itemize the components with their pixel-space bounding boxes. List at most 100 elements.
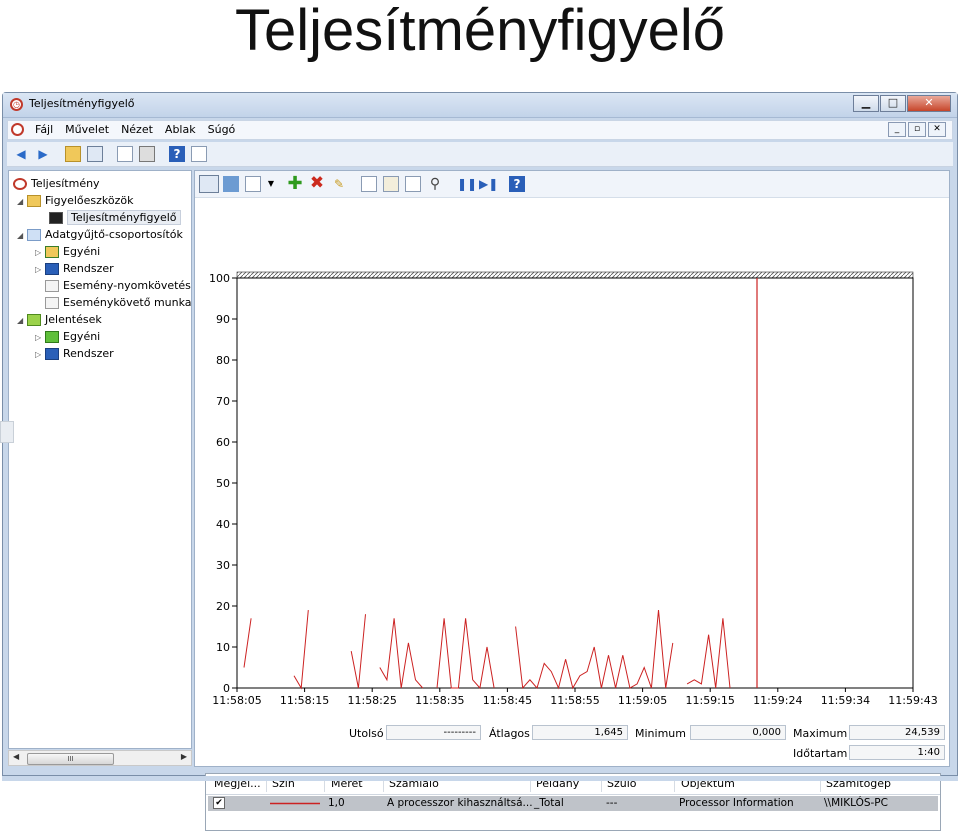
help-icon[interactable]: ? — [509, 176, 525, 192]
delete-counter-icon[interactable]: ✖ — [309, 175, 325, 192]
counter-legend-table: Megjel... Szín Méret Számláló Példány Sz… — [205, 773, 941, 831]
x-tick-label: 11:58:45 — [483, 694, 532, 707]
report-icon — [45, 348, 59, 360]
x-tick-label: 11:58:15 — [280, 694, 329, 707]
tree-item-performance-monitor[interactable]: Teljesítményfigyelő — [49, 209, 181, 226]
properties-icon[interactable] — [405, 176, 421, 192]
performance-line-chart[interactable]: 010203040506070809010011:58:05 11:58:15 11… — [195, 211, 951, 731]
tree-item-reports-user-defined[interactable]: ▷ Egyéni — [35, 328, 100, 345]
counter-row[interactable]: ✔ 1,0 A processzor kihasználtsá... _Tota… — [208, 796, 938, 811]
highlight-icon[interactable]: ✎ — [331, 176, 347, 192]
expand-arrow-icon[interactable]: ◢ — [17, 193, 27, 210]
forward-arrow-icon[interactable]: ▶ — [35, 146, 51, 162]
menu-action[interactable]: Művelet — [65, 123, 109, 136]
instance-cell: _Total — [534, 797, 564, 809]
maximum-value: 24,539 — [849, 725, 945, 740]
expand-arrow-icon[interactable]: ◢ — [17, 227, 27, 244]
print-icon[interactable] — [139, 146, 155, 162]
window-bottom-edge — [2, 776, 958, 781]
scroll-right-arrow-icon[interactable]: ▶ — [181, 752, 187, 761]
y-tick-label: 100 — [209, 272, 230, 285]
minimum-label: Minimum — [635, 727, 686, 740]
tree-item-performance[interactable]: Teljesítmény — [13, 175, 100, 192]
x-tick-label: 11:59:15 — [685, 694, 734, 707]
tree-item-event-trace[interactable]: Esemény-nyomkövetés — [45, 277, 191, 294]
tree-item-startup-event-trace[interactable]: Eseménykövető munka — [45, 294, 191, 311]
menu-help[interactable]: Súgó — [208, 123, 236, 136]
show-hide-tree-icon[interactable] — [87, 146, 103, 162]
window-title: Teljesítményfigyelő — [29, 97, 135, 110]
show-checkbox[interactable]: ✔ — [213, 797, 225, 809]
mmc-doc-icon[interactable] — [11, 123, 24, 136]
maximum-label: Maximum — [793, 727, 848, 740]
hatched-band — [236, 271, 914, 279]
collapsed-arrow-icon[interactable]: ▷ — [35, 261, 45, 278]
menu-view[interactable]: Nézet — [121, 123, 153, 136]
tree-item-reports[interactable]: ◢ Jelentések — [17, 311, 102, 328]
perfmon-window: ◷ Teljesítményfigyelő ▁ □ ✕ Fájl Művelet… — [2, 92, 958, 831]
scroll-thumb[interactable]: III — [27, 753, 114, 765]
copy-properties-icon[interactable] — [361, 176, 377, 192]
menu-window[interactable]: Ablak — [165, 123, 196, 136]
perfmon-icon — [13, 178, 27, 190]
view-current-activity-icon[interactable] — [223, 176, 239, 192]
collapsed-arrow-icon[interactable]: ▷ — [35, 346, 45, 363]
back-arrow-icon[interactable]: ◀ — [13, 146, 29, 162]
y-tick-label: 40 — [216, 518, 230, 531]
change-graph-type-icon[interactable] — [245, 176, 261, 192]
close-button[interactable]: ✕ — [907, 95, 951, 112]
x-tick-label: 11:58:05 — [212, 694, 261, 707]
y-tick-label: 50 — [216, 477, 230, 490]
update-data-icon[interactable]: ▶❚ — [479, 176, 498, 192]
y-tick-label: 20 — [216, 600, 230, 613]
object-cell: Processor Information — [679, 797, 794, 809]
menu-file[interactable]: Fájl — [35, 123, 53, 136]
collector-set-icon — [45, 246, 59, 258]
expand-arrow-icon[interactable]: ◢ — [17, 312, 27, 329]
tree-item-user-defined[interactable]: ▷ Egyéni — [35, 243, 100, 260]
tree-item-monitoring-tools[interactable]: ◢ Figyelőeszközök — [17, 192, 133, 209]
help-icon[interactable]: ? — [169, 146, 185, 162]
slide-title: Teljesítményfigyelő — [235, 0, 725, 63]
mdi-restore-button[interactable]: ▫ — [908, 122, 926, 137]
collapsed-arrow-icon[interactable]: ▷ — [35, 329, 45, 346]
tree-item-data-collector-sets[interactable]: ◢ Adatgyűjtő-csoportosítók — [17, 226, 183, 243]
tree-item-system[interactable]: ▷ Rendszer — [35, 260, 114, 277]
zoom-icon[interactable]: ⚲ — [427, 176, 443, 192]
y-tick-label: 90 — [216, 313, 230, 326]
parent-cell: --- — [606, 797, 618, 809]
console-tree: Teljesítmény ◢ Figyelőeszközök Teljesítmé… — [8, 170, 192, 749]
up-folder-icon[interactable] — [65, 146, 81, 162]
dropdown-arrow-icon[interactable]: ▼ — [263, 176, 279, 192]
last-label: Utolsó — [349, 727, 384, 740]
x-tick-label: 11:59:24 — [753, 694, 802, 707]
series-color-swatch — [270, 802, 320, 805]
x-tick-label: 11:59:05 — [618, 694, 667, 707]
trace-session-icon — [45, 280, 59, 292]
maximize-button[interactable]: □ — [880, 95, 906, 112]
freeze-display-icon[interactable]: ❚❚ — [457, 176, 477, 192]
add-counter-icon[interactable]: ✚ — [287, 175, 303, 193]
minimum-value: 0,000 — [690, 725, 786, 740]
scroll-left-arrow-icon[interactable]: ◀ — [13, 752, 19, 761]
last-value: --------- — [386, 725, 481, 740]
paste-counter-list-icon[interactable] — [383, 176, 399, 192]
trace-session-icon — [45, 297, 59, 309]
x-tick-label: 11:59:43 — [888, 694, 937, 707]
data-collector-icon — [27, 229, 41, 241]
export-list-icon[interactable] — [191, 146, 207, 162]
tree-horizontal-scrollbar[interactable]: ◀ III ▶ — [8, 750, 192, 766]
collapsed-arrow-icon[interactable]: ▷ — [35, 244, 45, 261]
title-bar[interactable]: ◷ Teljesítményfigyelő ▁ □ ✕ — [3, 93, 957, 118]
mdi-minimize-button[interactable]: _ — [888, 122, 906, 137]
duration-label: Időtartam — [793, 747, 848, 760]
tree-item-reports-system[interactable]: ▷ Rendszer — [35, 345, 114, 362]
minimize-button[interactable]: ▁ — [853, 95, 879, 112]
y-tick-label: 70 — [216, 395, 230, 408]
view-graph-icon[interactable] — [199, 175, 219, 193]
properties-icon[interactable] — [117, 146, 133, 162]
menu-bar: Fájl Művelet Nézet Ablak Súgó _ ▫ ✕ — [7, 120, 953, 140]
average-value: 1,645 — [532, 725, 628, 740]
mdi-close-button[interactable]: ✕ — [928, 122, 946, 137]
slide-side-handle — [0, 421, 14, 443]
